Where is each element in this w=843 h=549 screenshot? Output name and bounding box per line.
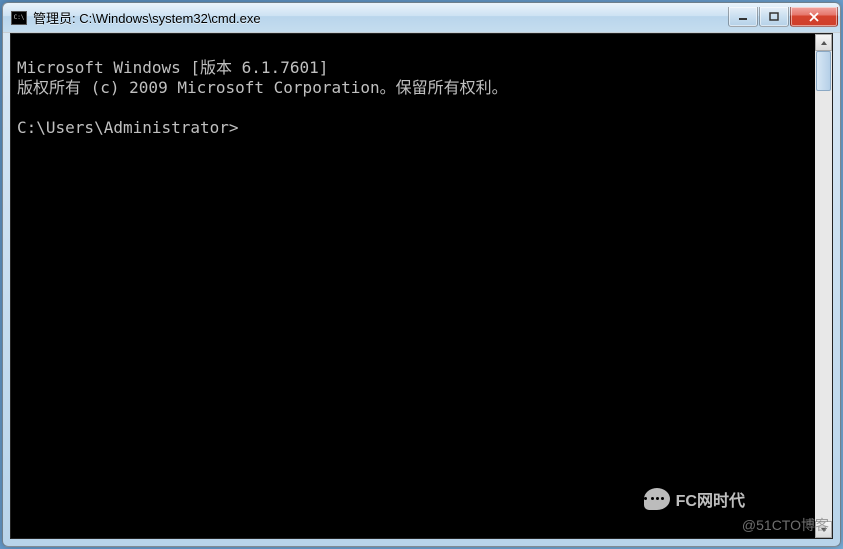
scroll-thumb[interactable] <box>816 51 831 91</box>
wechat-icon <box>644 488 670 510</box>
terminal-output: Microsoft Windows [版本 6.1.7601] 版权所有 (c)… <box>11 34 832 142</box>
prompt: C:\Users\Administrator> <box>17 118 239 137</box>
app-icon <box>11 11 27 25</box>
watermark-brand-text: FC网时代 <box>676 487 745 511</box>
maximize-icon <box>769 12 779 22</box>
scroll-up-button[interactable] <box>815 34 832 51</box>
close-button[interactable] <box>790 7 838 27</box>
scroll-track[interactable] <box>815 51 832 521</box>
window-title: 管理员: C:\Windows\system32\cmd.exe <box>33 8 728 27</box>
terminal-area[interactable]: Microsoft Windows [版本 6.1.7601] 版权所有 (c)… <box>10 33 833 539</box>
cmd-window: 管理员: C:\Windows\system32\cmd.exe Microso… <box>2 2 841 547</box>
close-icon <box>808 12 820 22</box>
minimize-icon <box>738 12 748 22</box>
minimize-button[interactable] <box>728 7 758 27</box>
watermark-sub-text: @51CTO博客 <box>742 515 829 535</box>
titlebar[interactable]: 管理员: C:\Windows\system32\cmd.exe <box>3 3 840 33</box>
vertical-scrollbar[interactable] <box>815 34 832 538</box>
maximize-button[interactable] <box>759 7 789 27</box>
window-controls <box>728 7 838 27</box>
chevron-up-icon <box>820 40 828 46</box>
watermark-brand: FC网时代 <box>644 487 745 511</box>
output-line: 版权所有 (c) 2009 Microsoft Corporation。保留所有… <box>17 78 508 97</box>
output-line: Microsoft Windows [版本 6.1.7601] <box>17 58 328 77</box>
